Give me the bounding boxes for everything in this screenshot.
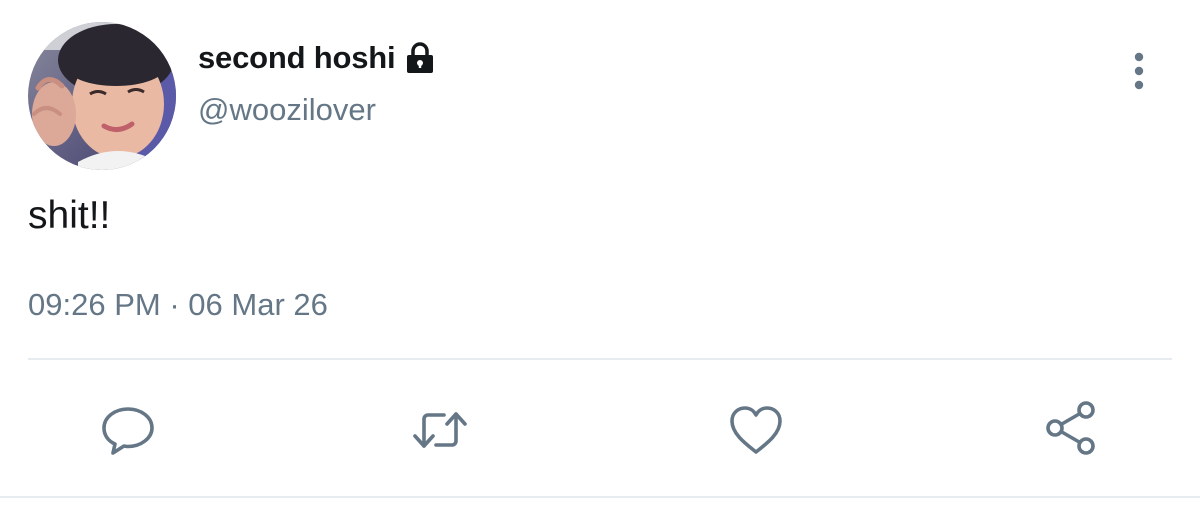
share-nodes-icon bbox=[1042, 400, 1102, 460]
lock-icon bbox=[405, 42, 435, 74]
divider bbox=[0, 496, 1200, 498]
tweet-time: 09:26 PM bbox=[28, 287, 161, 322]
avatar[interactable] bbox=[28, 22, 176, 170]
share-button[interactable] bbox=[1042, 400, 1102, 460]
user-handle[interactable]: @woozilover bbox=[198, 92, 376, 128]
heart-icon bbox=[726, 400, 786, 460]
retweet-arrows-icon bbox=[410, 400, 470, 460]
speech-bubble-icon bbox=[98, 400, 158, 460]
retweet-button[interactable] bbox=[410, 400, 470, 460]
tweet-text: shit!! bbox=[28, 194, 111, 237]
divider bbox=[28, 358, 1172, 360]
timestamp-separator: · bbox=[169, 287, 180, 322]
tweet-timestamp[interactable]: 09:26 PM · 06 Mar 26 bbox=[28, 287, 328, 323]
tweet-card: second hoshi @woozilover shit!! 09:26 PM… bbox=[0, 0, 1200, 515]
display-name-row: second hoshi bbox=[198, 36, 435, 80]
tweet-date: 06 Mar 26 bbox=[188, 287, 328, 322]
display-name[interactable]: second hoshi bbox=[198, 40, 396, 76]
like-button[interactable] bbox=[726, 400, 786, 460]
more-options-icon[interactable] bbox=[1124, 50, 1154, 94]
reply-button[interactable] bbox=[98, 400, 158, 460]
